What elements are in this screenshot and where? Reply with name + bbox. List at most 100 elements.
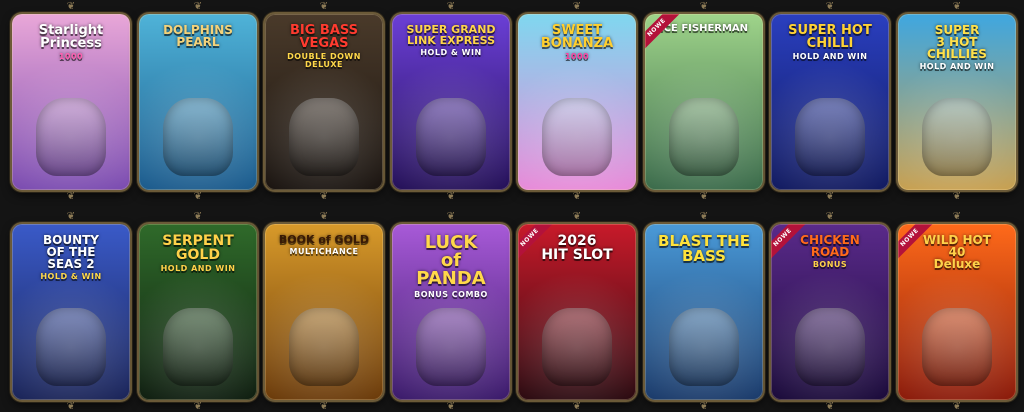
game-subtitle: 1000 — [58, 52, 84, 61]
game-title: BOOK of GOLD MULTICHANCE — [269, 234, 379, 256]
ornament-icon: ❦ — [66, 211, 76, 222]
game-tile[interactable]: SUPER 3 HOT CHILLIES HOLD AND WIN — [898, 14, 1016, 190]
game-subtitle: 1000 — [564, 52, 590, 61]
game-title: 2026 HIT SLOT — [522, 234, 632, 262]
ornament-icon: ❦ — [825, 211, 835, 222]
game-title: WILD HOT 40 Deluxe — [902, 234, 1012, 270]
game-title: CHICKEN ROAD BONUS — [775, 234, 885, 269]
game-title-text: BIG BASS VEGAS — [289, 23, 359, 51]
ornament-icon: ❦ — [825, 1, 835, 12]
game-title-text: CHICKEN ROAD — [800, 233, 860, 259]
game-title-text: SUPER GRAND LINK EXPRESS — [406, 23, 496, 47]
game-character — [416, 308, 486, 386]
game-title-text: BLAST THE BASS — [658, 232, 750, 265]
game-character — [163, 308, 233, 386]
game-title: Starlight Princess 1000 — [16, 24, 126, 61]
game-subtitle: BONUS COMBO — [414, 290, 488, 299]
game-tile[interactable]: BLAST THE BASS — [645, 224, 763, 400]
game-character — [922, 98, 992, 176]
game-grid: Starlight Princess 1000 ❦ ❦ DOLPHINS PEARL ❦ ❦… — [0, 0, 1024, 412]
game-character — [795, 308, 865, 386]
ornament-icon: ❦ — [952, 191, 962, 202]
game-title: SERPENT GOLD HOLD AND WIN — [143, 234, 253, 273]
ornament-icon: ❦ — [572, 211, 582, 222]
ornament-icon: ❦ — [193, 401, 203, 412]
ornament-icon: ❦ — [66, 1, 76, 12]
game-subtitle: HOLD AND WIN — [792, 52, 868, 61]
game-tile[interactable]: BOUNTY OF THE SEAS 2 HOLD & WIN — [12, 224, 130, 400]
game-character — [669, 98, 739, 176]
ornament-icon: ❦ — [66, 401, 76, 412]
game-tile[interactable]: 2026 HIT SLOT NOWE — [518, 224, 636, 400]
game-subtitle: HOLD AND WIN — [160, 264, 236, 273]
game-tile[interactable]: BIG BASS VEGAS DOUBLE DOWN DELUXE — [265, 14, 383, 190]
game-character — [36, 98, 106, 176]
ornament-icon: ❦ — [572, 1, 582, 12]
game-tile[interactable]: SUPER GRAND LINK EXPRESS HOLD & WIN — [392, 14, 510, 190]
ornament-icon: ❦ — [952, 1, 962, 12]
game-title: SWEET BONANZA 1000 — [522, 24, 632, 61]
game-title: SUPER HOT CHILLI HOLD AND WIN — [775, 24, 885, 61]
game-character — [36, 308, 106, 386]
game-character — [669, 308, 739, 386]
ornament-icon: ❦ — [825, 191, 835, 202]
game-character — [542, 308, 612, 386]
game-subtitle: MULTICHANCE — [289, 247, 359, 256]
game-tile[interactable]: LUCK of PANDA BONUS COMBO — [392, 224, 510, 400]
game-title-text: SWEET BONANZA — [540, 23, 614, 51]
game-tile[interactable]: WILD HOT 40 Deluxe NOWE — [898, 224, 1016, 400]
game-tile[interactable]: SUPER HOT CHILLI HOLD AND WIN — [771, 14, 889, 190]
game-title-text: 2026 HIT SLOT — [541, 233, 613, 263]
ornament-icon: ❦ — [572, 401, 582, 412]
game-tile[interactable]: ICE FISHERMAN NOWE — [645, 14, 763, 190]
ornament-icon: ❦ — [319, 1, 329, 12]
ornament-icon: ❦ — [319, 211, 329, 222]
game-tile[interactable]: BOOK of GOLD MULTICHANCE — [265, 224, 383, 400]
game-tile[interactable]: SERPENT GOLD HOLD AND WIN — [139, 224, 257, 400]
game-character — [922, 308, 992, 386]
game-title-text: WILD HOT 40 Deluxe — [923, 233, 991, 271]
game-subtitle: HOLD & WIN — [40, 272, 102, 281]
ornament-icon: ❦ — [699, 191, 709, 202]
ornament-icon: ❦ — [572, 191, 582, 202]
game-title: BOUNTY OF THE SEAS 2 HOLD & WIN — [16, 234, 126, 281]
game-character — [289, 308, 359, 386]
game-title-text: DOLPHINS PEARL — [163, 23, 233, 49]
ornament-icon: ❦ — [193, 1, 203, 12]
game-tile[interactable]: Starlight Princess 1000 — [12, 14, 130, 190]
ornament-icon: ❦ — [699, 401, 709, 412]
game-tile[interactable]: SWEET BONANZA 1000 — [518, 14, 636, 190]
ornament-icon: ❦ — [446, 211, 456, 222]
game-title-text: LUCK of PANDA — [416, 232, 486, 289]
game-title: BLAST THE BASS — [649, 234, 759, 264]
ornament-icon: ❦ — [952, 211, 962, 222]
ornament-icon: ❦ — [952, 401, 962, 412]
ornament-icon: ❦ — [825, 401, 835, 412]
game-character — [795, 98, 865, 176]
game-subtitle: BONUS — [812, 260, 848, 269]
game-title-text: SUPER HOT CHILLI — [788, 23, 872, 51]
ornament-icon: ❦ — [446, 401, 456, 412]
ornament-icon: ❦ — [319, 191, 329, 202]
ornament-icon: ❦ — [193, 211, 203, 222]
game-tile[interactable]: DOLPHINS PEARL — [139, 14, 257, 190]
ornament-icon: ❦ — [66, 191, 76, 202]
game-title-text: Starlight Princess — [38, 23, 104, 51]
game-title: LUCK of PANDA BONUS COMBO — [396, 234, 506, 299]
game-title-text: SUPER 3 HOT CHILLIES — [927, 23, 987, 61]
game-title: SUPER 3 HOT CHILLIES HOLD AND WIN — [902, 24, 1012, 71]
game-subtitle: DOUBLE DOWN DELUXE — [287, 52, 361, 69]
game-subtitle: HOLD & WIN — [420, 48, 482, 57]
game-character — [289, 98, 359, 176]
game-title: DOLPHINS PEARL — [143, 24, 253, 48]
game-subtitle: HOLD AND WIN — [919, 62, 995, 71]
ornament-icon: ❦ — [319, 401, 329, 412]
ornament-icon: ❦ — [446, 191, 456, 202]
ornament-icon: ❦ — [446, 1, 456, 12]
game-character — [542, 98, 612, 176]
ornament-icon: ❦ — [193, 191, 203, 202]
game-tile[interactable]: CHICKEN ROAD BONUS NOWE — [771, 224, 889, 400]
game-title-text: SERPENT GOLD — [162, 233, 234, 263]
ornament-icon: ❦ — [699, 211, 709, 222]
game-title-text: BOUNTY OF THE SEAS 2 — [42, 233, 99, 271]
